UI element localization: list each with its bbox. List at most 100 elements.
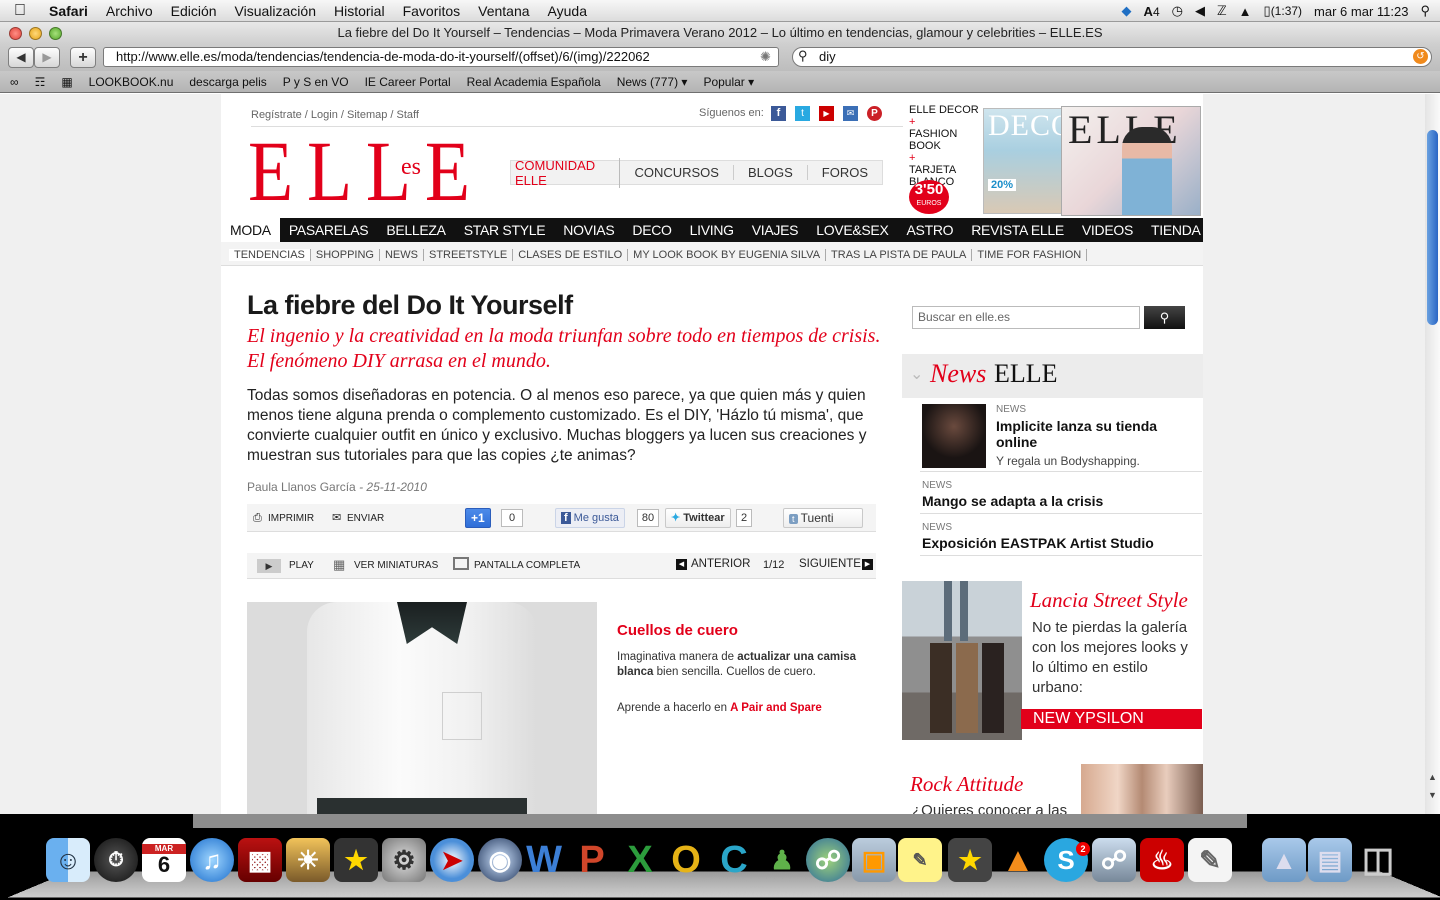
rock-attitude-title[interactable]: Rock Attitude: [910, 772, 1023, 797]
news-headline[interactable]: Exposición EASTPAK Artist Studio: [922, 535, 1154, 551]
tuenti-button[interactable]: t Tuenti: [783, 508, 863, 528]
menu-safari[interactable]: Safari: [40, 3, 97, 19]
author-name[interactable]: Paula Llanos García: [247, 480, 356, 494]
quicktime-icon[interactable]: ◉: [478, 838, 522, 882]
close-window-button[interactable]: [9, 27, 22, 40]
blog-icon[interactable]: ✉: [843, 106, 858, 121]
menu-archivo[interactable]: Archivo: [97, 3, 162, 19]
zoom-window-button[interactable]: [49, 27, 62, 40]
send-link[interactable]: ENVIAR: [347, 513, 384, 524]
tab-foros[interactable]: FOROS: [808, 165, 882, 180]
nav-pasarelas[interactable]: PASARELAS: [280, 218, 378, 242]
menu-ayuda[interactable]: Ayuda: [539, 3, 596, 19]
subnav-my-look-book[interactable]: MY LOOK BOOK BY EUGENIA SILVA: [628, 249, 827, 261]
bookmark-rae[interactable]: Real Academia Española: [459, 75, 609, 89]
tab-blogs[interactable]: BLOGS: [734, 165, 808, 180]
elle-logo[interactable]: ELLE: [248, 126, 484, 216]
menu-favoritos[interactable]: Favoritos: [394, 3, 470, 19]
acrobat-icon[interactable]: ♨: [1140, 838, 1184, 882]
trash-icon[interactable]: ◫: [1356, 838, 1400, 882]
add-bookmark-button[interactable]: +: [70, 47, 96, 68]
street-style-photo[interactable]: [902, 581, 1022, 740]
subnav-time-for-fashion[interactable]: TIME FOR FASHION: [972, 249, 1088, 261]
forward-button[interactable]: ▶: [34, 47, 60, 68]
news-headline[interactable]: Implicite lanza su tienda online: [996, 418, 1196, 450]
fullscreen-button[interactable]: PANTALLA COMPLETA: [474, 560, 580, 571]
envelope-icon[interactable]: ✉: [332, 511, 341, 524]
subnav-shopping[interactable]: SHOPPING: [310, 249, 380, 261]
finder-icon[interactable]: ☺: [46, 838, 90, 882]
volume-icon[interactable]: ◀: [1195, 3, 1205, 19]
top-links[interactable]: Regístrate / Login / Sitemap / Staff: [251, 109, 419, 121]
stickies-icon[interactable]: ✎: [898, 838, 942, 882]
word-icon[interactable]: W: [522, 838, 566, 882]
nav-deco[interactable]: DECO: [623, 218, 680, 242]
bookmark-lookbook[interactable]: LOOKBOOK.nu: [81, 75, 182, 89]
wifi-icon[interactable]: ▲: [1239, 4, 1252, 19]
print-link[interactable]: IMPRIMIR: [268, 513, 314, 524]
nav-living[interactable]: LIVING: [681, 218, 743, 242]
news-item[interactable]: NEWS Implicite lanza su tienda online Y …: [920, 400, 1202, 472]
scrollbar-thumb[interactable]: [1427, 130, 1438, 325]
search-field[interactable]: diy: [792, 47, 1432, 67]
news-item[interactable]: NEWS Exposición EASTPAK Artist Studio: [920, 514, 1202, 556]
subnav-tras-la-pista[interactable]: TRAS LA PISTA DE PAULA: [826, 249, 973, 261]
address-bar[interactable]: http://www.elle.es/moda/tendencias/tende…: [103, 47, 779, 67]
remote-desktop-icon[interactable]: ☍: [806, 838, 850, 882]
tab-concursos[interactable]: CONCURSOS: [620, 165, 734, 180]
facebook-like-button[interactable]: f Me gusta: [555, 508, 625, 528]
tab-comunidad-elle[interactable]: COMUNIDAD ELLE: [511, 157, 621, 188]
pinterest-icon[interactable]: P: [867, 106, 882, 121]
play-button[interactable]: PLAY: [289, 560, 314, 571]
street-style-title[interactable]: Lancia Street Style: [1030, 588, 1188, 613]
safari-icon[interactable]: ➤: [430, 838, 474, 882]
menu-ventana[interactable]: Ventana: [469, 3, 538, 19]
promo-banner[interactable]: ELLE DECOR + FASHION BOOK + TARJETA BLAN…: [905, 104, 1203, 218]
vlc-icon[interactable]: ▲: [996, 838, 1040, 882]
nav-revista-elle[interactable]: REVISTA ELLE: [962, 218, 1073, 242]
iphoto-icon[interactable]: ☀: [286, 838, 330, 882]
bookmark-news[interactable]: News (777) ▾: [609, 75, 696, 89]
site-search-button[interactable]: ⚲: [1144, 306, 1185, 329]
previous-button[interactable]: ANTERIOR: [691, 558, 750, 570]
rock-attitude-photo[interactable]: [1081, 764, 1203, 814]
excel-icon[interactable]: X: [618, 838, 662, 882]
print-icon[interactable]: ⎙: [253, 512, 262, 525]
applications-folder-icon[interactable]: ▲: [1262, 838, 1306, 882]
nav-videos[interactable]: VIDEOS: [1073, 218, 1142, 242]
play-icon[interactable]: ▶: [257, 559, 281, 573]
subnav-clases-de-estilo[interactable]: CLASES DE ESTILO: [513, 249, 629, 261]
slide-image[interactable]: [247, 602, 597, 814]
scroll-up-arrow-icon[interactable]: ▲: [1428, 772, 1437, 782]
menu-visualizacion[interactable]: Visualización: [226, 3, 325, 19]
a-pair-and-spare-link[interactable]: A Pair and Spare: [730, 702, 822, 714]
photo-booth-icon[interactable]: ▩: [238, 838, 282, 882]
nav-moda[interactable]: MODA: [221, 218, 280, 242]
snapback-icon[interactable]: ↺: [1413, 49, 1428, 64]
bookmark-popular[interactable]: Popular ▾: [695, 75, 762, 89]
textedit-icon[interactable]: ✎: [1188, 838, 1232, 882]
windows-vm-icon[interactable]: ▣: [852, 838, 896, 882]
menu-historial[interactable]: Historial: [325, 3, 394, 19]
dropbox-icon[interactable]: ◆: [1122, 3, 1132, 19]
imovie-icon[interactable]: ★: [334, 838, 378, 882]
bookmark-descarga-pelis[interactable]: descarga pelis: [181, 75, 274, 89]
twitter-icon[interactable]: t: [795, 106, 810, 121]
menu-edicion[interactable]: Edición: [162, 3, 226, 19]
bookmark-pys-vo[interactable]: P y S en VO: [275, 75, 357, 89]
outlook-icon[interactable]: O: [664, 838, 708, 882]
itunes-icon[interactable]: ♫: [190, 838, 234, 882]
bluetooth-icon[interactable]: ℤ: [1217, 3, 1227, 19]
nav-tienda-elle[interactable]: TIENDA ELLE: [1142, 218, 1203, 242]
twitter-share-button[interactable]: ✦ Twittear: [665, 508, 731, 528]
adobe-menu-icon[interactable]: A4: [1144, 4, 1160, 19]
scroll-down-arrow-icon[interactable]: ▼: [1428, 790, 1437, 800]
subnav-streetstyle[interactable]: STREETSTYLE: [423, 249, 514, 261]
news-item[interactable]: NEWS Mango se adapta a la crisis: [920, 472, 1202, 514]
time-machine-icon[interactable]: ◷: [1172, 3, 1183, 19]
next-button[interactable]: SIGUIENTE: [799, 558, 861, 570]
bookmark-ie-career[interactable]: IE Career Portal: [357, 75, 459, 89]
horizontal-scrollbar[interactable]: [193, 814, 1247, 828]
messenger-icon[interactable]: ♟: [760, 838, 804, 882]
fullscreen-icon[interactable]: [453, 557, 469, 570]
